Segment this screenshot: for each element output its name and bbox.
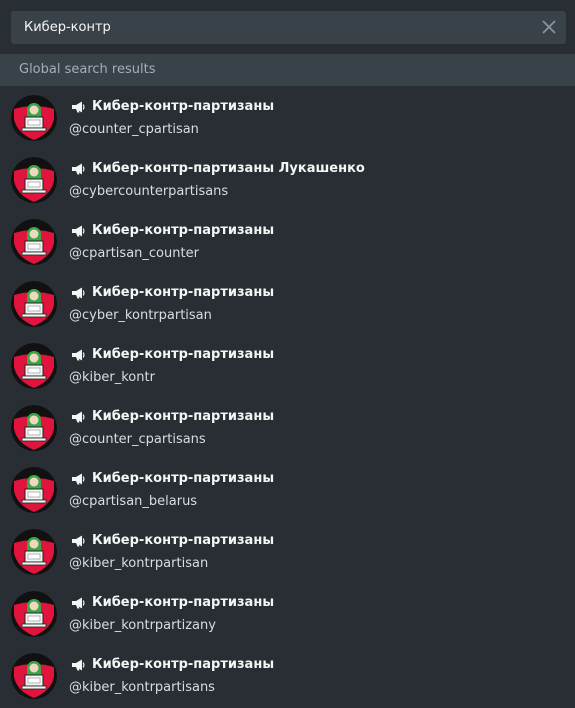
result-title: Кибер-контр-партизаны xyxy=(70,283,274,301)
channel-avatar xyxy=(11,219,57,265)
result-username: @kiber_kontrpartisans xyxy=(69,680,215,695)
channel-avatar xyxy=(11,281,57,327)
results-list: Кибер-контр-партизаны @counter_cpartisan … xyxy=(0,86,575,706)
result-title: Кибер-контр-партизаны xyxy=(70,469,274,487)
result-title-text: Кибер-контр-партизаны xyxy=(92,408,275,424)
megaphone-icon xyxy=(70,533,86,547)
result-title-text: Кибер-контр-партизаны xyxy=(92,98,275,114)
result-title-text: Кибер-контр-партизаны xyxy=(92,470,275,486)
megaphone-icon xyxy=(70,161,86,175)
result-title: Кибер-контр-партизаны xyxy=(70,345,274,363)
megaphone-icon xyxy=(70,223,86,237)
result-username: @cpartisan_belarus xyxy=(69,494,198,509)
megaphone-icon xyxy=(70,347,86,361)
result-username: @kiber_kontrpartizany xyxy=(69,618,216,633)
close-icon[interactable] xyxy=(538,16,560,38)
result-title-text: Кибер-контр-партизаны xyxy=(92,222,275,238)
result-username: @kiber_kontrpartisan xyxy=(69,556,209,571)
channel-avatar xyxy=(11,95,57,141)
result-username: @counter_cpartisans xyxy=(69,432,206,447)
search-result-row[interactable]: Кибер-контр-партизаны Лукашенко @cybercou… xyxy=(0,148,575,210)
result-title-text: Кибер-контр-партизаны Лукашенко xyxy=(92,160,365,176)
result-title: Кибер-контр-партизаны xyxy=(70,97,274,115)
result-title-text: Кибер-контр-партизаны xyxy=(92,532,275,548)
search-result-row[interactable]: Кибер-контр-партизаны @cyber_kontrpartisa… xyxy=(0,272,575,334)
result-title-text: Кибер-контр-партизаны xyxy=(92,594,275,610)
megaphone-icon xyxy=(70,595,86,609)
search-result-row[interactable]: Кибер-контр-партизаны @cpartisan_belarus xyxy=(0,458,575,520)
search-result-row[interactable]: Кибер-контр-партизаны @kiber_kontrpartiza… xyxy=(0,582,575,644)
result-title-text: Кибер-контр-партизаны xyxy=(92,346,275,362)
search-result-row[interactable]: Кибер-контр-партизаны @counter_cpartisans xyxy=(0,396,575,458)
channel-avatar xyxy=(11,343,57,389)
search-input[interactable] xyxy=(11,11,531,44)
megaphone-icon xyxy=(70,409,86,423)
result-title: Кибер-контр-партизаны xyxy=(70,221,274,239)
megaphone-icon xyxy=(70,657,86,671)
search-box xyxy=(11,11,566,44)
search-bar xyxy=(0,0,575,54)
result-title-text: Кибер-контр-партизаны xyxy=(92,656,275,672)
result-username: @counter_cpartisan xyxy=(69,122,199,137)
result-username: @cyber_kontrpartisan xyxy=(69,308,212,323)
result-title-text: Кибер-контр-партизаны xyxy=(92,284,275,300)
section-header: Global search results xyxy=(0,54,575,86)
megaphone-icon xyxy=(70,471,86,485)
search-result-row[interactable]: Кибер-контр-партизаны @kiber_kontrpartisa… xyxy=(0,520,575,582)
megaphone-icon xyxy=(70,285,86,299)
section-title: Global search results xyxy=(19,62,156,77)
search-result-row[interactable]: Кибер-контр-партизаны @cpartisan_counter xyxy=(0,210,575,272)
channel-avatar xyxy=(11,529,57,575)
result-username: @kiber_kontr xyxy=(69,370,155,385)
channel-avatar xyxy=(11,157,57,203)
result-title: Кибер-контр-партизаны xyxy=(70,593,274,611)
result-username: @cybercounterpartisans xyxy=(69,184,229,199)
channel-avatar xyxy=(11,467,57,513)
channel-avatar xyxy=(11,653,57,699)
channel-avatar xyxy=(11,405,57,451)
result-title: Кибер-контр-партизаны xyxy=(70,531,274,549)
search-result-row[interactable]: Кибер-контр-партизаны @kiber_kontr xyxy=(0,334,575,396)
search-result-row[interactable]: Кибер-контр-партизаны @kiber_kontrpartisa… xyxy=(0,644,575,706)
result-title: Кибер-контр-партизаны Лукашенко xyxy=(70,159,365,177)
search-result-row[interactable]: Кибер-контр-партизаны @counter_cpartisan xyxy=(0,86,575,148)
result-username: @cpartisan_counter xyxy=(69,246,199,261)
result-title: Кибер-контр-партизаны xyxy=(70,407,274,425)
channel-avatar xyxy=(11,591,57,637)
megaphone-icon xyxy=(70,99,86,113)
result-title: Кибер-контр-партизаны xyxy=(70,655,274,673)
